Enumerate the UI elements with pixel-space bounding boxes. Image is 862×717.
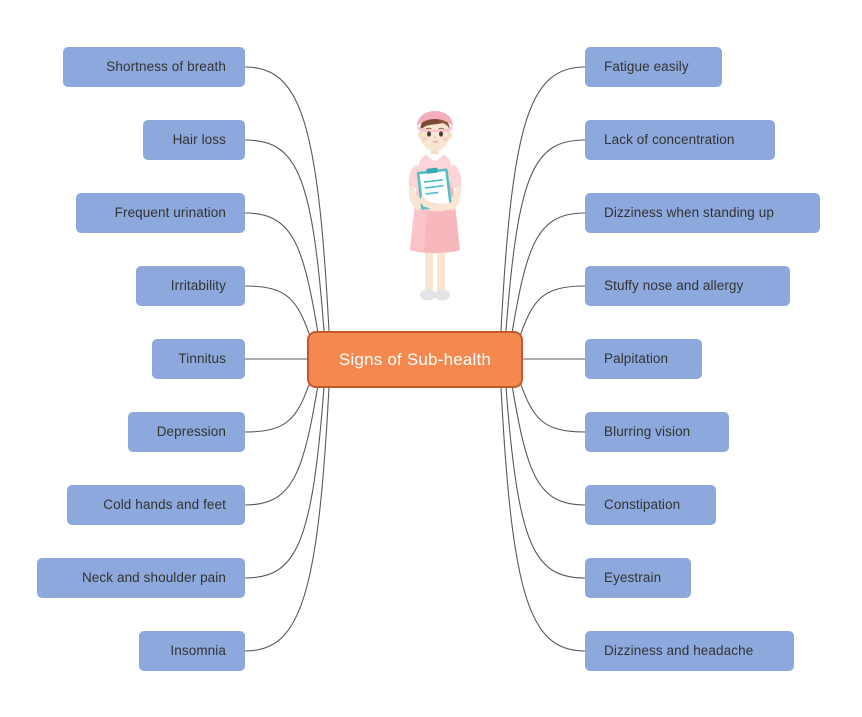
- connector-right-4: [519, 285, 586, 337]
- node-cold-hands-and-feet[interactable]: Cold hands and feet: [67, 485, 245, 525]
- node-label: Palpitation: [604, 351, 669, 367]
- node-label: Neck and shoulder pain: [81, 570, 226, 586]
- connector-right-9: [500, 386, 586, 652]
- mindmap-canvas: Shortness of breath Hair loss Frequent u…: [0, 0, 862, 717]
- node-label: Hair loss: [172, 132, 226, 148]
- node-label: Tinnitus: [178, 351, 226, 367]
- node-label: Eyestrain: [604, 570, 662, 586]
- node-label: Dizziness when standing up: [604, 205, 774, 221]
- connector-left-8: [244, 386, 325, 579]
- node-label: Fatigue easily: [604, 59, 689, 75]
- connector-right-2: [505, 139, 586, 332]
- node-label: Dizziness and headache: [604, 643, 754, 659]
- connector-right-7: [511, 384, 586, 506]
- node-insomnia[interactable]: Insomnia: [139, 631, 245, 671]
- node-neck-and-shoulder-pain[interactable]: Neck and shoulder pain: [37, 558, 245, 598]
- connector-right-8: [505, 386, 586, 579]
- connector-right-6: [519, 381, 586, 433]
- node-label: Frequent urination: [114, 205, 226, 221]
- node-label: Stuffy nose and allergy: [604, 278, 744, 294]
- node-hair-loss[interactable]: Hair loss: [143, 120, 245, 160]
- node-dizziness-when-standing-up[interactable]: Dizziness when standing up: [585, 193, 820, 233]
- node-label: Shortness of breath: [106, 59, 226, 75]
- node-label: Lack of concentration: [604, 132, 735, 148]
- node-frequent-urination[interactable]: Frequent urination: [76, 193, 245, 233]
- nurse-illustration: [408, 111, 462, 301]
- center-node-label: Signs of Sub-health: [338, 349, 492, 369]
- node-label: Blurring vision: [604, 424, 691, 440]
- center-node-signs-of-sub-health[interactable]: Signs of Sub-health: [307, 331, 523, 388]
- connector-left-3: [244, 212, 319, 334]
- node-label: Cold hands and feet: [103, 497, 226, 513]
- node-dizziness-and-headache[interactable]: Dizziness and headache: [585, 631, 794, 671]
- node-lack-of-concentration[interactable]: Lack of concentration: [585, 120, 775, 160]
- connector-left-6: [244, 381, 311, 433]
- connector-right-3: [511, 212, 586, 334]
- node-blurring-vision[interactable]: Blurring vision: [585, 412, 729, 452]
- node-fatigue-easily[interactable]: Fatigue easily: [585, 47, 722, 87]
- node-label: Irritability: [170, 278, 226, 294]
- node-constipation[interactable]: Constipation: [585, 485, 716, 525]
- connector-left-2: [244, 139, 325, 332]
- connector-right-1: [500, 66, 586, 332]
- connector-left-4: [244, 285, 311, 337]
- node-label: Insomnia: [170, 643, 226, 659]
- node-palpitation[interactable]: Palpitation: [585, 339, 702, 379]
- connector-left-1: [244, 66, 330, 332]
- node-label: Constipation: [604, 497, 681, 513]
- node-shortness-of-breath[interactable]: Shortness of breath: [63, 47, 245, 87]
- node-depression[interactable]: Depression: [128, 412, 245, 452]
- connector-left-7: [244, 384, 319, 506]
- connector-left-9: [244, 386, 330, 652]
- node-stuffy-nose-and-allergy[interactable]: Stuffy nose and allergy: [585, 266, 790, 306]
- node-label: Depression: [156, 424, 226, 440]
- node-irritability[interactable]: Irritability: [136, 266, 245, 306]
- node-eyestrain[interactable]: Eyestrain: [585, 558, 691, 598]
- node-tinnitus[interactable]: Tinnitus: [152, 339, 245, 379]
